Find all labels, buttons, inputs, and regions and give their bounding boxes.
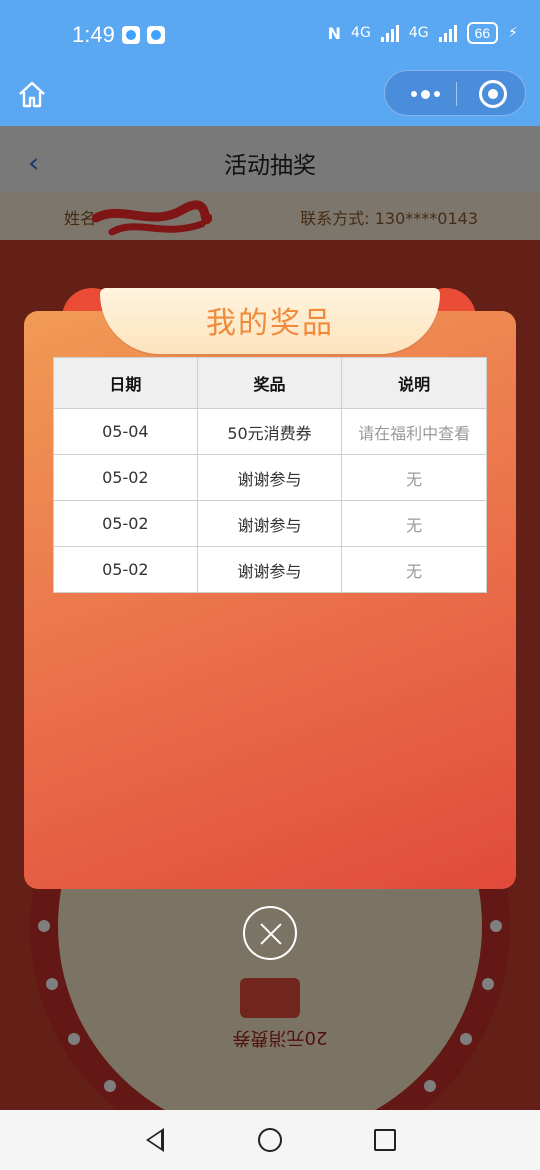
close-modal-button[interactable] [243, 906, 297, 960]
status-time: 1:49 [72, 22, 115, 47]
table-header-row: 日期 奖品 说明 [53, 357, 487, 409]
cell-prize: 谢谢参与 [196, 454, 343, 501]
network-label-1: 4G [351, 25, 371, 41]
cell-date: 05-02 [53, 454, 198, 501]
cell-prize: 50元消费券 [196, 408, 343, 455]
system-nav-bar [0, 1110, 540, 1170]
modal-title-tab: 我的奖品 [100, 288, 440, 354]
charging-icon: ⚡ [508, 25, 518, 41]
column-header-date: 日期 [53, 357, 198, 409]
network-label-2: 4G [408, 25, 429, 41]
app-notification-icon [147, 26, 165, 44]
status-right: N 4G 4G 66 ⚡ [328, 22, 518, 44]
cell-note: 无 [341, 454, 487, 501]
cell-prize: 谢谢参与 [196, 546, 343, 593]
table-row: 05-02 谢谢参与 无 [53, 454, 487, 501]
cell-date: 05-02 [53, 500, 198, 547]
nfc-icon: N [327, 23, 342, 43]
cell-note: 无 [341, 546, 487, 593]
modal-title: 我的奖品 [206, 306, 334, 341]
message-icon [122, 26, 140, 44]
column-header-prize: 奖品 [196, 357, 343, 409]
nav-recent-apps-icon[interactable] [374, 1129, 396, 1151]
prize-table: 日期 奖品 说明 05-04 50元消费券 请在福利中查看 05-02 谢谢参与… [53, 357, 487, 593]
column-header-note: 说明 [341, 357, 487, 409]
target-circle-icon[interactable] [479, 80, 507, 108]
battery-icon: 66 [466, 22, 499, 44]
table-row: 05-02 谢谢参与 无 [53, 500, 487, 547]
nav-back-icon[interactable] [146, 1128, 164, 1152]
signal-icon-1 [380, 24, 399, 42]
table-row: 05-02 谢谢参与 无 [53, 546, 487, 593]
nav-home-icon[interactable] [258, 1128, 282, 1152]
table-row: 05-04 50元消费券 请在福利中查看 [53, 408, 487, 455]
app-header: 1:49 N 4G 4G 66 ⚡ [0, 0, 540, 126]
cell-date: 05-02 [53, 546, 198, 593]
cell-prize: 谢谢参与 [196, 500, 343, 547]
mini-program-capsule [384, 70, 526, 116]
home-icon[interactable] [16, 78, 48, 110]
cell-note: 无 [341, 500, 487, 547]
cell-note: 请在福利中查看 [341, 408, 487, 455]
signal-icon-2 [438, 24, 457, 42]
capsule-divider [456, 82, 457, 106]
more-dots-icon[interactable] [405, 79, 445, 109]
cell-date: 05-04 [53, 408, 198, 455]
